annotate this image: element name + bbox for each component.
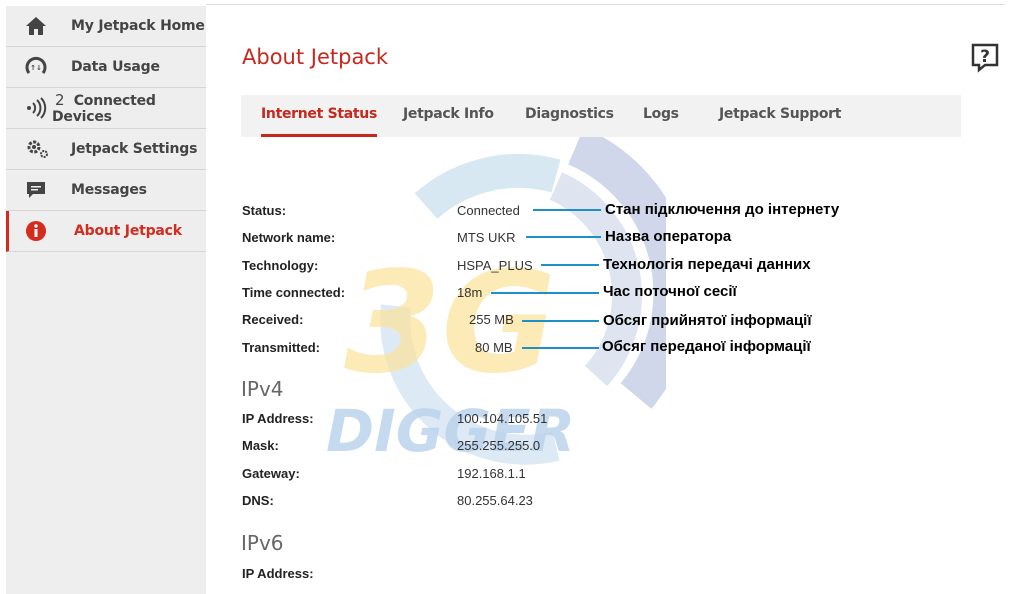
top-divider <box>206 4 1005 5</box>
tab-bar: Internet Status Jetpack Info Diagnostics… <box>241 95 961 137</box>
sidebar-item-settings[interactable]: Jetpack Settings <box>6 129 206 170</box>
row-label: Mask: <box>242 438 279 453</box>
callout-line <box>522 320 599 322</box>
sidebar-item-label: 2 Connected Devices <box>52 91 206 125</box>
row-label: IP Address: <box>242 411 314 426</box>
callout-line <box>491 292 599 294</box>
row-value: Connected <box>457 203 520 218</box>
callout-line <box>541 264 599 266</box>
row-value: 100.104.105.51 <box>457 411 548 426</box>
svg-text:↑↓: ↑↓ <box>30 64 42 72</box>
callout-line <box>533 209 601 211</box>
tab-internet-status[interactable]: Internet Status <box>261 95 377 137</box>
callout-line <box>526 236 601 238</box>
connected-devices-text: Connected Devices <box>52 93 156 125</box>
sidebar: My Jetpack Home ↑↓ Data Usage 2 Connecte… <box>6 6 206 594</box>
page-title: About Jetpack <box>242 45 389 69</box>
sidebar-item-label: About Jetpack <box>74 223 182 239</box>
callout-text: Обсяг переданої інформації <box>602 338 811 355</box>
row-value: 18m <box>457 285 483 300</box>
callout-text: Назва оператора <box>605 228 732 245</box>
message-icon <box>25 179 51 201</box>
tab-logs[interactable]: Logs <box>643 95 679 137</box>
help-icon[interactable]: ? <box>969 41 1001 73</box>
row-label: Time connected: <box>242 285 346 300</box>
row-label: Gateway: <box>242 466 300 481</box>
row-value: 255 MB <box>469 312 514 327</box>
sidebar-item-data-usage[interactable]: ↑↓ Data Usage <box>6 47 206 88</box>
sidebar-item-label: Messages <box>71 182 147 198</box>
ipv6-heading: IPv6 <box>241 531 284 555</box>
home-icon <box>25 15 51 37</box>
ipv4-heading: IPv4 <box>241 377 284 401</box>
row-value: 192.168.1.1 <box>457 466 526 481</box>
sidebar-item-about[interactable]: About Jetpack <box>6 211 206 252</box>
tab-diagnostics[interactable]: Diagnostics <box>525 95 614 137</box>
callout-text: Час поточної сесії <box>603 283 737 300</box>
callout-text: Обсяг прийнятої інформації <box>603 312 812 329</box>
info-icon <box>25 220 51 242</box>
callout-line <box>522 347 599 349</box>
sidebar-item-home[interactable]: My Jetpack Home <box>6 6 206 47</box>
wifi-signal-icon <box>25 97 51 119</box>
row-label: Technology: <box>242 258 319 273</box>
callout-text: Стан підключення до інтернету <box>605 201 840 218</box>
row-value: 80 MB <box>475 340 513 355</box>
tab-jetpack-info[interactable]: Jetpack Info <box>403 95 494 137</box>
row-label: DNS: <box>242 493 274 508</box>
row-value: HSPA_PLUS <box>457 258 533 273</box>
row-value: 80.255.64.23 <box>457 493 533 508</box>
sidebar-item-connected-devices[interactable]: 2 Connected Devices <box>6 88 206 129</box>
sidebar-item-messages[interactable]: Messages <box>6 170 206 211</box>
row-label: Status: <box>242 203 287 218</box>
row-value: MTS UKR <box>457 230 516 245</box>
row-label: Transmitted: <box>242 340 321 355</box>
row-label: Network name: <box>242 230 336 245</box>
data-usage-icon: ↑↓ <box>25 56 51 78</box>
row-label: Received: <box>242 312 304 327</box>
sidebar-item-label: Jetpack Settings <box>71 141 198 157</box>
tab-jetpack-support[interactable]: Jetpack Support <box>719 95 841 137</box>
row-value: 255.255.255.0 <box>457 438 541 453</box>
callout-text: Технологія передачі данних <box>603 256 811 273</box>
row-label: IP Address: <box>242 566 314 581</box>
svg-text:?: ? <box>980 47 990 67</box>
sidebar-item-label: My Jetpack Home <box>71 18 205 34</box>
gear-icon <box>25 138 51 160</box>
sidebar-item-label: Data Usage <box>71 59 160 75</box>
watermark-digger: DIGGER <box>326 397 575 465</box>
device-count: 2 <box>55 91 65 109</box>
